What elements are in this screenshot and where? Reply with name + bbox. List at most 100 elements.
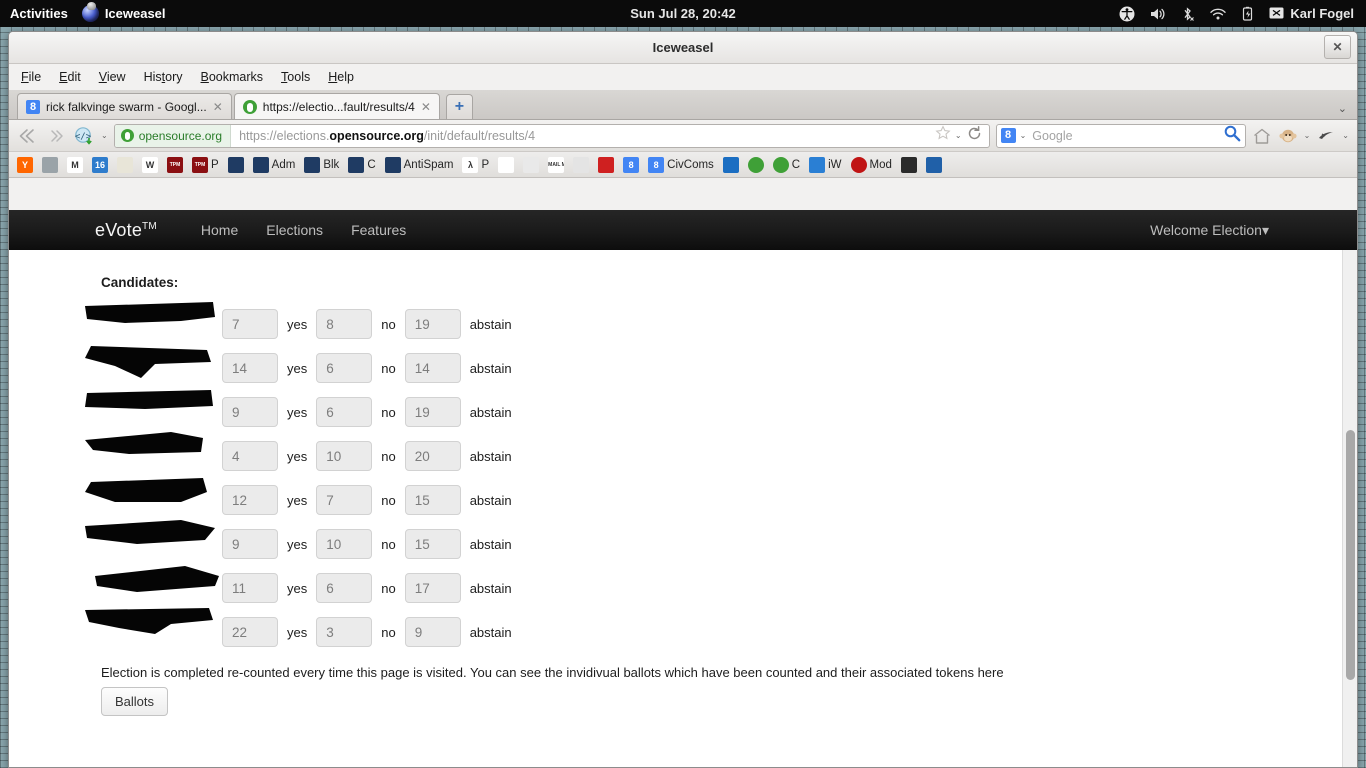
home-icon[interactable] [1252,127,1272,145]
menu-view[interactable]: View [99,70,126,84]
menu-edit[interactable]: Edit [59,70,81,84]
no-votes-input[interactable] [316,573,373,603]
bookmark-item[interactable] [117,156,133,173]
site-brand[interactable]: eVoteTM [95,220,157,241]
welcome-user-dropdown[interactable]: Welcome Election▾ [1150,222,1269,239]
forward-arrow-icon[interactable] [45,127,67,145]
bookmark-item[interactable]: Blk [304,156,339,173]
abstain-votes-input[interactable] [404,485,461,515]
window-close-button[interactable]: ✕ [1324,35,1351,59]
abstain-votes-input[interactable] [404,397,461,427]
search-bar[interactable]: 8 ⌄ [995,123,1246,148]
bookmark-item[interactable]: Mod [850,156,892,173]
abstain-votes-input[interactable] [404,617,461,647]
magnifier-icon[interactable] [1223,124,1241,147]
bookmark-item[interactable] [42,156,58,173]
bookmark-item[interactable] [900,156,917,173]
chevron-down-icon[interactable]: ⌄ [1304,131,1311,140]
tab-close-icon[interactable]: ✕ [421,100,431,114]
tab-close-icon[interactable]: ✕ [213,100,223,114]
abstain-votes-input[interactable] [404,309,461,339]
abstain-votes-input[interactable] [404,573,461,603]
chevron-down-icon[interactable]: ⌄ [101,131,108,140]
bookmark-item[interactable]: MAIL MAN [548,156,565,173]
yes-votes-input[interactable] [222,397,278,427]
bookmark-item[interactable]: M [67,156,83,173]
bookmark-item[interactable]: 16 [92,156,108,173]
ballots-button[interactable]: Ballots [101,687,169,716]
no-votes-input[interactable] [316,485,373,515]
bookmark-item[interactable]: TPM [167,156,183,173]
site-nav-elections[interactable]: Elections [252,222,337,238]
yes-votes-input[interactable] [222,309,278,339]
menu-help[interactable]: Help [328,70,354,84]
bluetooth-disabled-icon[interactable] [1181,6,1195,22]
yes-votes-input[interactable] [222,353,278,383]
bookmark-item[interactable]: 8 CivComs [648,156,714,173]
bookmark-item[interactable] [498,156,515,173]
scrollbar-thumb[interactable] [1346,430,1355,680]
bookmark-item[interactable]: Y [17,156,33,173]
back-arrow-icon[interactable] [17,127,39,145]
url-bar[interactable]: opensource.org https://elections.opensou… [113,123,990,148]
site-nav-home[interactable]: Home [187,222,252,238]
chevron-down-icon[interactable]: ⌄ [1020,131,1027,140]
no-votes-input[interactable] [316,353,373,383]
yes-votes-input[interactable] [222,441,278,471]
bookmark-item[interactable] [598,156,615,173]
bookmark-item[interactable]: W [142,156,158,173]
bookmark-item[interactable] [747,156,764,173]
no-votes-input[interactable] [316,397,373,427]
volume-icon[interactable] [1149,6,1167,22]
bookmark-item[interactable]: 8 [623,156,640,173]
bookmark-item[interactable]: AntiSpam [384,156,453,173]
abstain-votes-input[interactable] [404,353,461,383]
chevron-down-icon[interactable]: ⌄ [1342,131,1349,140]
list-all-tabs-icon[interactable]: ⌄ [1338,102,1347,115]
page-scrollbar[interactable] [1342,250,1357,767]
tab-election-results[interactable]: https://electio...fault/results/4 ✕ [233,93,440,119]
bookmark-item[interactable]: Adm [252,156,295,173]
monkey-icon[interactable] [1278,127,1298,145]
site-identity-badge[interactable]: opensource.org [114,124,232,147]
search-input[interactable] [1030,127,1219,144]
bookmark-item[interactable] [925,156,942,173]
no-votes-input[interactable] [316,617,373,647]
yes-votes-input[interactable] [222,573,278,603]
battery-icon[interactable] [1241,6,1255,22]
yes-votes-input[interactable] [222,617,278,647]
activities-button[interactable]: Activities [0,6,82,21]
menu-bookmarks[interactable]: Bookmarks [201,70,264,84]
menu-tools[interactable]: Tools [281,70,310,84]
no-votes-input[interactable] [316,309,373,339]
active-app-indicator[interactable]: Iceweasel [81,2,166,22]
user-menu[interactable]: Karl Fogel [1269,6,1354,21]
reload-icon[interactable] [966,125,983,147]
bookmark-item[interactable]: TPM P [192,156,219,173]
bookmark-item[interactable]: C [348,156,376,173]
url-text[interactable]: https://elections.opensource.org/init/de… [231,129,935,143]
no-votes-input[interactable] [316,441,373,471]
abstain-votes-input[interactable] [404,529,461,559]
tab-google-search[interactable]: 8 rick falkvinge swarm - Googl... ✕ [17,93,232,119]
bookmark-item[interactable] [722,156,739,173]
wifi-icon[interactable] [1209,6,1227,22]
yes-votes-input[interactable] [222,485,278,515]
chevron-down-icon[interactable]: ⌄ [955,131,962,140]
accessibility-icon[interactable] [1119,6,1135,22]
bookmark-item[interactable] [573,156,590,173]
no-votes-input[interactable] [316,529,373,559]
bookmark-item[interactable]: λP [462,156,489,173]
bookmark-item[interactable] [227,156,244,173]
menu-history[interactable]: History [144,70,183,84]
bookmark-item[interactable] [523,156,540,173]
view-source-icon[interactable]: </> [73,126,95,146]
yes-votes-input[interactable] [222,529,278,559]
site-nav-features[interactable]: Features [337,222,420,238]
bookmark-item[interactable]: C [772,156,800,173]
bookmark-item[interactable]: iW [809,156,842,173]
abstain-votes-input[interactable] [404,441,461,471]
star-icon[interactable] [935,125,951,146]
menu-file[interactable]: File [21,70,41,84]
new-tab-button[interactable]: + [445,94,473,119]
